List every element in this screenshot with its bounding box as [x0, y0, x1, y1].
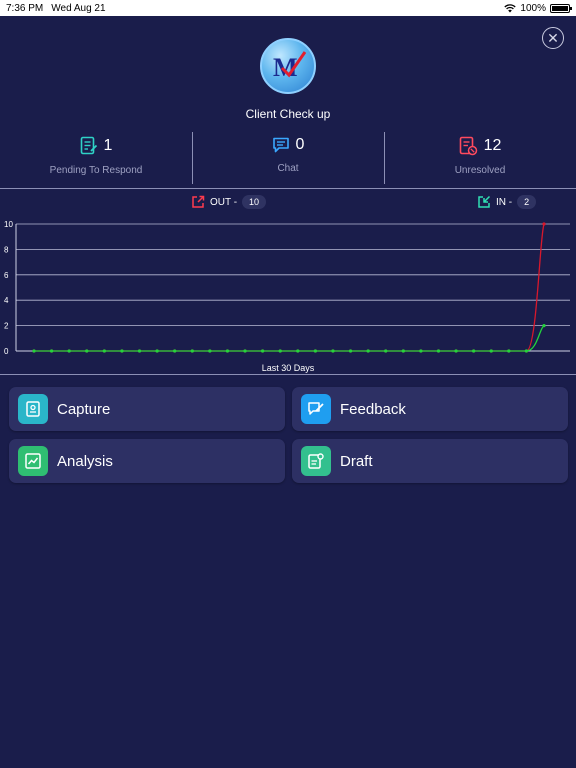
series-line-in [34, 325, 545, 352]
stat-pending[interactable]: 1 Pending To Respond [0, 130, 192, 186]
stats-row: 1 Pending To Respond 0 Chat 12 Unresolve… [0, 130, 576, 186]
data-point-in [173, 349, 177, 353]
y-tick-label: 6 [4, 271, 9, 280]
data-point-in [401, 349, 405, 353]
data-point-in [120, 349, 124, 353]
feedback-button[interactable]: Feedback [292, 387, 568, 431]
data-point-in [384, 349, 388, 353]
app-logo: M [260, 38, 316, 94]
data-point-in [85, 349, 89, 353]
capture-icon [18, 394, 48, 424]
data-point-in [49, 349, 54, 353]
feedback-label: Feedback [340, 400, 406, 418]
legend-out-label: OUT - [210, 196, 238, 208]
draft-label: Draft [340, 452, 373, 470]
capture-label: Capture [57, 400, 111, 418]
divider-bottom [0, 374, 576, 375]
stat-unresolved-value: 12 [483, 137, 502, 154]
close-button[interactable]: ✕ [542, 27, 564, 49]
draft-icon [301, 446, 331, 476]
battery-icon [550, 3, 572, 13]
data-point-in [313, 349, 317, 353]
draft-button[interactable]: Draft [292, 439, 568, 483]
line-chart: 0 2 4 6 8 10 Last 30 Days [4, 220, 570, 373]
capture-button[interactable]: Capture [9, 387, 285, 431]
data-point-in [67, 349, 71, 353]
chat-bubble-icon [272, 137, 289, 153]
analysis-label: Analysis [57, 452, 113, 470]
wifi-icon [504, 3, 517, 12]
logo-mark: M [273, 51, 307, 82]
stat-chat[interactable]: 0 Chat [192, 130, 384, 186]
feedback-icon [301, 394, 331, 424]
stat-chat-value: 0 [295, 136, 305, 153]
data-point-in [225, 349, 230, 353]
outgoing-arrow-icon [192, 195, 205, 208]
stat-chat-label: Chat [277, 163, 299, 174]
data-point-in [489, 349, 493, 353]
data-point-in [419, 349, 423, 353]
data-point-in [32, 349, 36, 353]
x-axis-label: Last 30 Days [262, 363, 315, 373]
y-tick-label: 8 [4, 245, 9, 254]
stat-unresolved[interactable]: 12 Unresolved [384, 130, 576, 186]
series-line-out [34, 223, 545, 352]
data-point-in [507, 349, 511, 353]
data-point-in [472, 349, 476, 353]
data-point-in [190, 349, 194, 353]
document-alert-icon [459, 136, 477, 156]
status-date: Wed Aug 21 [51, 2, 106, 14]
legend-out-count: 10 [242, 195, 267, 209]
data-point-in [208, 349, 212, 353]
page-title: Client Check up [245, 107, 331, 121]
data-point-in [436, 349, 441, 353]
status-time: 7:36 PM [6, 2, 44, 14]
data-point-in [331, 349, 335, 353]
data-point-in [261, 349, 265, 353]
y-tick-label: 2 [4, 322, 9, 331]
data-point-in [102, 349, 106, 353]
data-point-in [278, 349, 282, 353]
incoming-arrow-icon [478, 195, 491, 208]
data-point-in [524, 349, 529, 353]
y-tick-label: 10 [4, 220, 13, 229]
stat-pending-value: 1 [103, 137, 113, 154]
legend-in-count: 2 [517, 195, 537, 209]
legend-in-label: IN - [496, 196, 513, 208]
y-tick-label: 4 [4, 296, 9, 305]
data-point-in [454, 349, 458, 353]
legend-in: IN - 2 [477, 195, 537, 209]
stat-unresolved-label: Unresolved [454, 165, 506, 176]
y-tick-label: 0 [4, 347, 9, 356]
data-point-out [542, 222, 546, 226]
legend-out: OUT - 10 [191, 195, 267, 209]
data-point-in [155, 349, 159, 353]
analysis-icon [18, 446, 48, 476]
analysis-button[interactable]: Analysis [9, 439, 285, 483]
data-point-in [542, 324, 546, 328]
close-icon: ✕ [547, 30, 559, 46]
data-point-in [366, 349, 370, 353]
battery-percent: 100% [520, 2, 546, 14]
status-bar: 7:36 PM Wed Aug 21 100% [0, 0, 576, 16]
stat-pending-label: Pending To Respond [49, 165, 143, 176]
divider-top [0, 188, 576, 189]
document-edit-icon [80, 136, 97, 155]
data-point-in [296, 349, 300, 353]
data-point-in [243, 349, 247, 353]
data-point-in [137, 349, 142, 353]
data-point-in [348, 349, 353, 353]
